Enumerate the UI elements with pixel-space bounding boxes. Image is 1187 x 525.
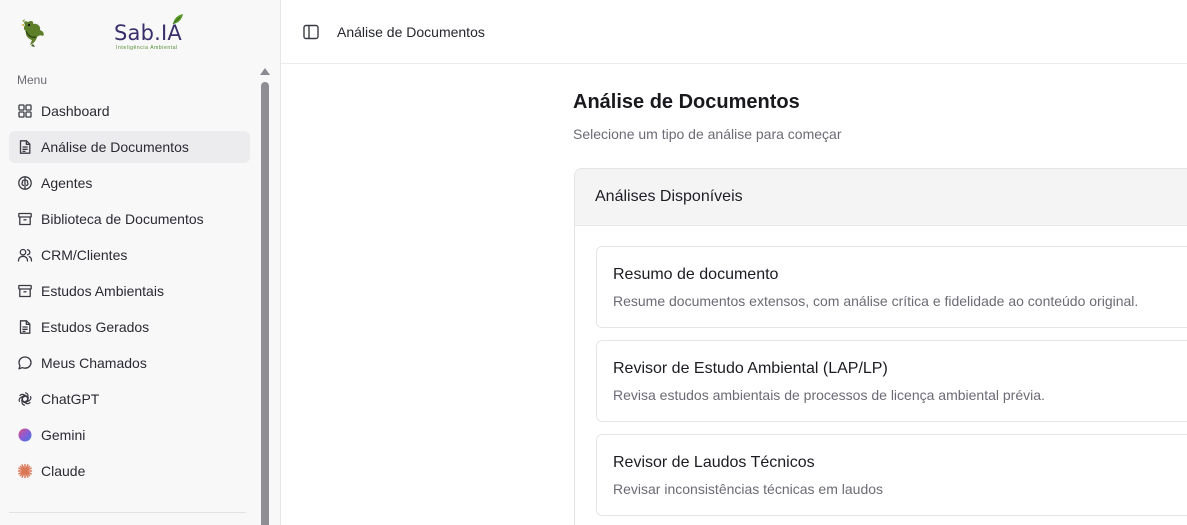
card-description: Resume documentos extensos, com análise … bbox=[613, 293, 1139, 309]
gemini-icon bbox=[17, 427, 33, 443]
page-subtitle: Selecione um tipo de análise para começa… bbox=[573, 126, 842, 142]
sidebar-item-label: Meus Chamados bbox=[41, 355, 147, 371]
message-circle-icon bbox=[17, 355, 33, 371]
panel-title: Análises Disponíveis bbox=[575, 169, 1187, 226]
brand-tagline: Inteligência Ambiental bbox=[116, 45, 178, 51]
sidebar-nav: Dashboard Análise de Documentos Agentes … bbox=[9, 95, 250, 491]
sidebar-item-label: ChatGPT bbox=[41, 391, 100, 407]
card-description: Revisar inconsistências técnicas em laud… bbox=[613, 481, 884, 497]
bird-logo-icon bbox=[21, 19, 44, 47]
sidebar-item-estudos-ambientais[interactable]: Estudos Ambientais bbox=[9, 275, 250, 307]
page-title: Análise de Documentos bbox=[573, 91, 800, 113]
analysis-card-resumo[interactable]: Resumo de documento Resume documentos ex… bbox=[596, 246, 1187, 328]
card-title: Resumo de documento bbox=[613, 266, 779, 283]
sidebar-item-dashboard[interactable]: Dashboard bbox=[9, 95, 250, 127]
analyses-panel: Análises Disponíveis Resumo de documento… bbox=[574, 168, 1187, 525]
openai-icon bbox=[17, 391, 33, 407]
card-title: Revisor de Estudo Ambiental (LAP/LP) bbox=[613, 360, 888, 377]
analysis-card-revisor-estudo-ambiental[interactable]: Revisor de Estudo Ambiental (LAP/LP) Rev… bbox=[596, 340, 1187, 422]
sidebar-item-label: Análise de Documentos bbox=[41, 139, 189, 155]
sidebar-item-claude[interactable]: Claude bbox=[9, 455, 250, 487]
sidebar-item-meus-chamados[interactable]: Meus Chamados bbox=[9, 347, 250, 379]
sidebar-item-agentes[interactable]: Agentes bbox=[9, 167, 250, 199]
sidebar-item-crm-clientes[interactable]: CRM/Clientes bbox=[9, 239, 250, 271]
claude-icon bbox=[17, 463, 33, 479]
sidebar-item-label: Agentes bbox=[41, 175, 93, 191]
sidebar-item-label: Gemini bbox=[41, 427, 86, 443]
top-header: Análise de Documentos bbox=[281, 0, 1187, 64]
sidebar-scrollbar[interactable] bbox=[259, 66, 271, 525]
sidebar-toggle-icon[interactable] bbox=[302, 23, 320, 41]
sidebar-divider bbox=[9, 512, 246, 513]
sidebar-item-label: Biblioteca de Documentos bbox=[41, 211, 204, 227]
grid-icon bbox=[17, 103, 33, 119]
sidebar-item-gemini[interactable]: Gemini bbox=[9, 419, 250, 451]
card-description: Revisa estudos ambientais de processos d… bbox=[613, 387, 1045, 403]
scroll-up-arrow-icon[interactable] bbox=[260, 68, 270, 75]
brand-name: Sab.IA bbox=[114, 21, 182, 45]
file-text-icon bbox=[17, 319, 33, 335]
brand: Sab.IA Inteligência Ambiental bbox=[0, 0, 262, 62]
menu-label: Menu bbox=[17, 73, 48, 87]
sidebar-item-label: Claude bbox=[41, 463, 86, 479]
sidebar-item-label: CRM/Clientes bbox=[41, 247, 128, 263]
card-title: Revisor de Laudos Técnicos bbox=[613, 454, 815, 471]
archive-icon bbox=[17, 211, 33, 227]
brain-icon bbox=[17, 175, 33, 191]
sidebar-item-estudos-gerados[interactable]: Estudos Gerados bbox=[9, 311, 250, 343]
sidebar-item-label: Estudos Ambientais bbox=[41, 283, 164, 299]
archive-icon bbox=[17, 283, 33, 299]
sidebar-item-label: Estudos Gerados bbox=[41, 319, 150, 335]
users-icon bbox=[17, 247, 33, 263]
sabia-logo: Sab.IA Inteligência Ambiental bbox=[112, 12, 188, 54]
scroll-thumb[interactable] bbox=[261, 82, 269, 525]
sidebar: Sab.IA Inteligência Ambiental Menu Dashb… bbox=[0, 0, 281, 525]
file-text-icon bbox=[17, 139, 33, 155]
sidebar-item-label: Dashboard bbox=[41, 103, 110, 119]
main-content: Análise de Documentos Selecione um tipo … bbox=[281, 64, 1187, 525]
app: Sab.IA Inteligência Ambiental Menu Dashb… bbox=[0, 0, 1187, 525]
sidebar-item-chatgpt[interactable]: ChatGPT bbox=[9, 383, 250, 415]
sidebar-item-analise-de-documentos[interactable]: Análise de Documentos bbox=[9, 131, 250, 163]
analysis-card-revisor-laudos[interactable]: Revisor de Laudos Técnicos Revisar incon… bbox=[596, 434, 1187, 516]
sidebar-item-biblioteca-de-documentos[interactable]: Biblioteca de Documentos bbox=[9, 203, 250, 235]
header-title: Análise de Documentos bbox=[337, 24, 485, 40]
